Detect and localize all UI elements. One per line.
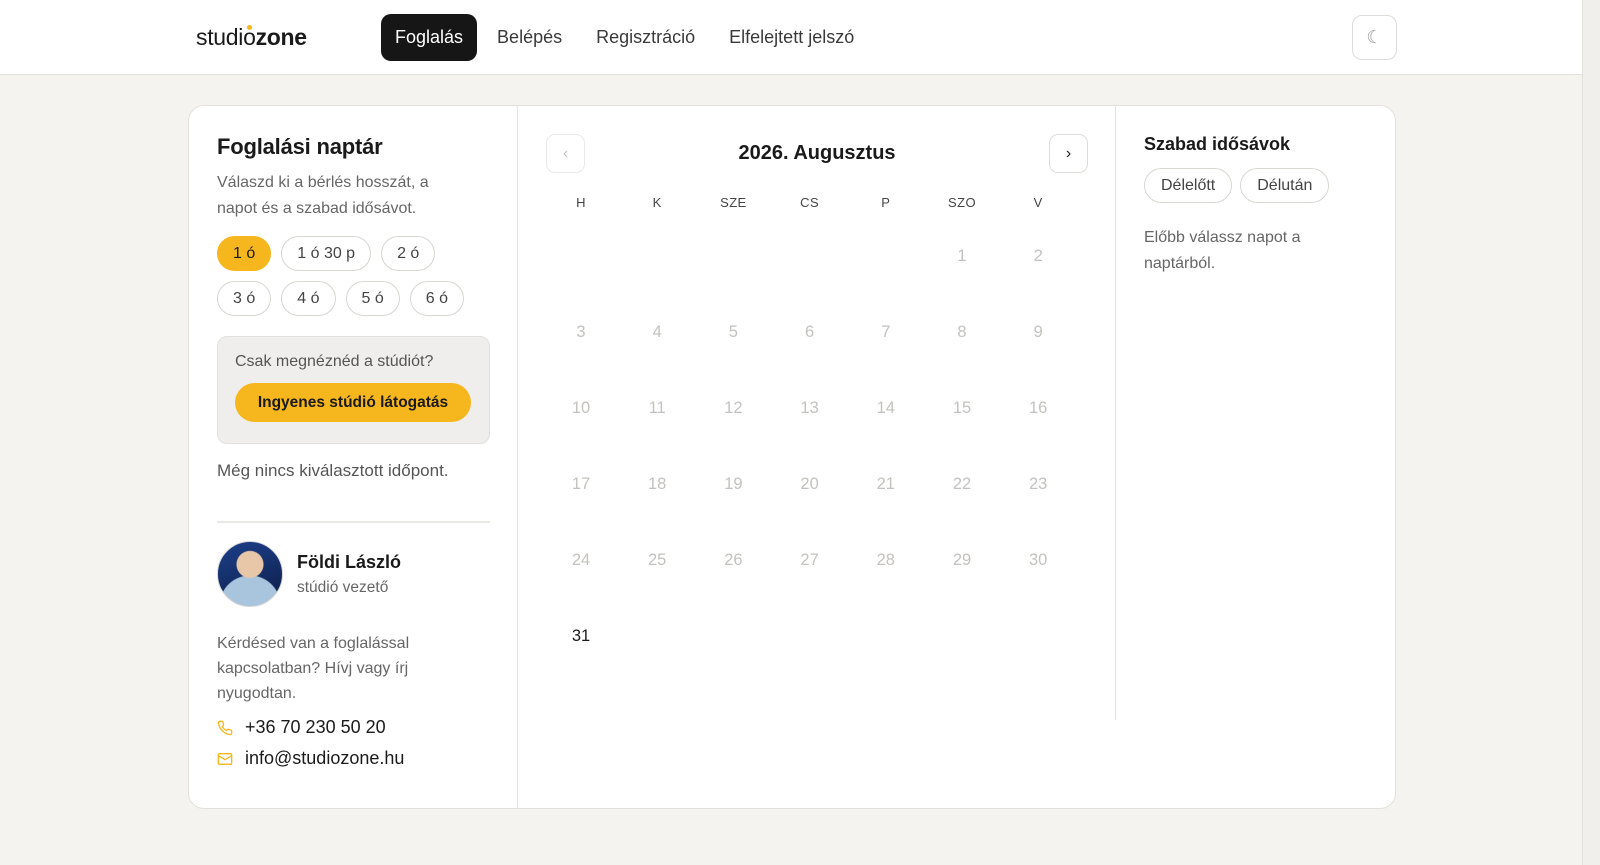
- calendar-day: 8: [957, 323, 967, 341]
- calendar-day: 11: [648, 399, 666, 417]
- weekday-header: SZE: [720, 195, 747, 210]
- calendar-day: 27: [800, 551, 819, 569]
- logo-dot: [246, 25, 252, 30]
- duration-chip[interactable]: 5 ó: [345, 281, 400, 316]
- calendar-day: 12: [724, 399, 743, 417]
- page-scrollbar[interactable]: [1582, 0, 1600, 865]
- calendar-day: 24: [571, 551, 591, 569]
- duration-chip[interactable]: 1 ó: [217, 236, 272, 271]
- duration-chip[interactable]: 1 ó 30 p: [281, 236, 372, 271]
- time-slots-hint: Előbb válassz napot a naptárból.: [1144, 229, 1301, 272]
- period-afternoon-tab[interactable]: Délután: [1240, 168, 1330, 203]
- calendar-day: 30: [1029, 551, 1048, 569]
- studiozone-logo[interactable]: studio zone: [196, 24, 307, 51]
- calendar-day: 6: [805, 323, 815, 341]
- email-link[interactable]: info@studiozone.hu: [217, 748, 489, 769]
- phone-icon: [217, 720, 233, 736]
- calendar-day: 3: [576, 323, 586, 341]
- page-title: Foglalási naptár: [217, 134, 383, 159]
- booking-sidebar: Foglalási naptár Válaszd ki a bérlés hos…: [189, 106, 518, 808]
- calendar-day: 15: [952, 399, 972, 417]
- calendar-day: 9: [1033, 323, 1043, 341]
- weekday-header: K: [652, 195, 662, 210]
- chevron-right-icon: ›: [1065, 144, 1072, 162]
- calendar-day: 17: [571, 475, 591, 493]
- calendar-day: 4: [652, 323, 662, 341]
- booking-card: Foglalási naptár Válaszd ki a bérlés hos…: [188, 105, 1396, 809]
- weekday-header: H: [576, 195, 586, 210]
- time-slots-title: Szabad idősávok: [1144, 134, 1291, 154]
- phone-number: +36 70 230 50 20: [245, 717, 386, 737]
- calendar-day: 26: [724, 551, 743, 569]
- duration-chip[interactable]: 2 ó: [381, 236, 436, 271]
- selection-status: Még nincs kiválasztott időpont.: [217, 461, 449, 480]
- weekday-header: SZO: [948, 195, 976, 210]
- studio-visit-box: Csak megnéznéd a stúdiót? Ingyenes stúdi…: [217, 336, 490, 444]
- duration-chip[interactable]: 3 ó: [217, 281, 272, 316]
- time-slots-panel: Szabad idősávok Délelőtt Délután Előbb v…: [1116, 106, 1396, 808]
- duration-chip[interactable]: 4 ó: [281, 281, 336, 316]
- nav-register[interactable]: Regisztráció: [582, 14, 709, 61]
- main-nav: Foglalás Belépés Regisztráció Elfelejtet…: [381, 14, 868, 61]
- calendar-day: 23: [1029, 475, 1048, 493]
- visit-question: Csak megnéznéd a stúdiót?: [235, 353, 434, 370]
- calendar-day: 1: [957, 247, 967, 265]
- mail-icon: [217, 751, 233, 767]
- calendar-day: 2: [1033, 247, 1043, 265]
- calendar-day: 28: [876, 551, 895, 569]
- avatar: [217, 541, 283, 607]
- calendar-day: 5: [728, 323, 738, 341]
- calendar-day: 25: [648, 551, 667, 569]
- duration-options: 1 ó 1 ó 30 p 2 ó 3 ó 4 ó 5 ó 6 ó: [217, 236, 487, 316]
- calendar-day: 14: [876, 399, 895, 417]
- contact-name: Földi László: [297, 551, 402, 572]
- calendar-day: 19: [724, 475, 743, 493]
- calendar-day[interactable]: 31: [551, 627, 611, 646]
- calendar-day: 22: [952, 475, 972, 493]
- weekday-header: P: [881, 195, 891, 210]
- next-month-button[interactable]: ›: [1049, 134, 1088, 173]
- weekday-header: CS: [800, 195, 820, 210]
- weekday-header: V: [1033, 195, 1043, 210]
- divider: [217, 521, 490, 523]
- top-navbar: studio zone Foglalás Belépés Regisztráció…: [0, 0, 1582, 75]
- calendar-day: 13: [800, 399, 819, 417]
- calendar-header: ‹ 2026. Augusztus ›: [518, 134, 1116, 174]
- phone-link[interactable]: +36 70 230 50 20: [217, 717, 489, 738]
- nav-forgot-password[interactable]: Elfelejtett jelszó: [715, 14, 868, 61]
- free-visit-button[interactable]: Ingyenes stúdió látogatás: [235, 383, 471, 422]
- theme-toggle-button[interactable]: ☾: [1352, 15, 1397, 60]
- contact-text: Kérdésed van a foglalással kapcsolatban?…: [217, 635, 410, 702]
- calendar-day: 18: [648, 475, 667, 493]
- calendar-day: 7: [881, 323, 891, 341]
- contact-role: stúdió vezető: [297, 578, 389, 596]
- page-subtitle: Válaszd ki a bérlés hosszát, a napot és …: [217, 174, 429, 217]
- calendar: ‹ 2026. Augusztus › H K SZE CS P SZO V 1 2 3 4 5 6 7 8…: [518, 106, 1116, 720]
- contact-person: Földi László stúdió vezető: [217, 541, 489, 607]
- duration-chip[interactable]: 6 ó: [409, 281, 464, 316]
- nav-booking[interactable]: Foglalás: [381, 14, 478, 61]
- moon-icon: ☾: [1366, 27, 1383, 47]
- calendar-day: 21: [876, 475, 895, 493]
- calendar-day: 10: [571, 399, 591, 417]
- nav-login[interactable]: Belépés: [483, 14, 576, 61]
- calendar-day: 29: [952, 551, 972, 569]
- period-morning-tab[interactable]: Délelőtt: [1144, 168, 1233, 203]
- calendar-day: 20: [800, 475, 819, 493]
- period-tabs: Délelőtt Délután: [1144, 168, 1368, 203]
- calendar-month-title: 2026. Augusztus: [738, 142, 896, 164]
- email-address: info@studiozone.hu: [245, 748, 405, 768]
- calendar-day: 16: [1029, 399, 1048, 417]
